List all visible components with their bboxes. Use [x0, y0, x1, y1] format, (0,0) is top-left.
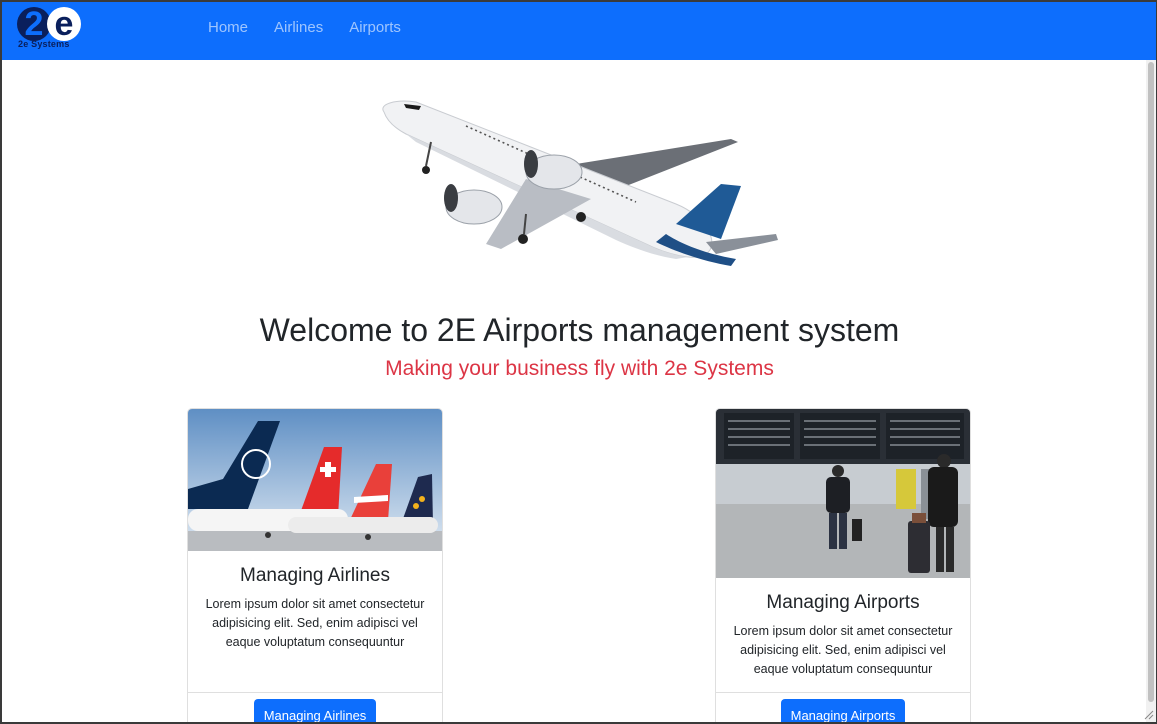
- card-airports-text: Lorem ipsum dolor sit amet consectetur a…: [733, 624, 953, 676]
- page-scrollbar[interactable]: [1146, 60, 1156, 722]
- browser-viewport: 2 e 2e Systems Home Airlines Airports We…: [0, 0, 1157, 724]
- svg-text:2: 2: [25, 5, 44, 43]
- svg-text:e: e: [55, 5, 74, 43]
- nav-home[interactable]: Home: [208, 19, 248, 36]
- card-airlines-title: Managing Airlines: [240, 565, 390, 586]
- managing-airports-button[interactable]: Managing Airports: [780, 699, 906, 722]
- page-title: Welcome to 2E Airports management system: [259, 312, 900, 348]
- card-airlines-text: Lorem ipsum dolor sit amet consectetur a…: [205, 597, 425, 649]
- card-airports: Managing Airports Lorem ipsum dolor sit …: [715, 408, 971, 722]
- card-airports-footer: Managing Airports: [716, 692, 970, 722]
- logo-icon: 2 e: [17, 5, 81, 43]
- card-airports-title: Managing Airports: [766, 592, 920, 613]
- nav-links: Home Airlines Airports: [208, 19, 427, 36]
- card-airlines: Managing Airlines Lorem ipsum dolor sit …: [187, 408, 443, 722]
- airport-terminal-image: [716, 409, 970, 578]
- brand-logo-text: 2e Systems: [18, 39, 70, 49]
- nav-airports[interactable]: Airports: [349, 19, 401, 36]
- nav-airlines[interactable]: Airlines: [274, 19, 323, 36]
- card-airlines-footer: Managing Airlines: [188, 692, 442, 722]
- top-navbar: 2 e 2e Systems Home Airlines Airports: [2, 2, 1156, 60]
- scrollbar-thumb[interactable]: [1148, 62, 1154, 702]
- airplane-image: [382, 100, 778, 266]
- airline-tails-image: [188, 409, 442, 551]
- resize-grip-icon[interactable]: [1144, 710, 1154, 720]
- page-subtitle: Making your business fly with 2e Systems: [385, 357, 774, 380]
- managing-airlines-button[interactable]: Managing Airlines: [253, 699, 377, 722]
